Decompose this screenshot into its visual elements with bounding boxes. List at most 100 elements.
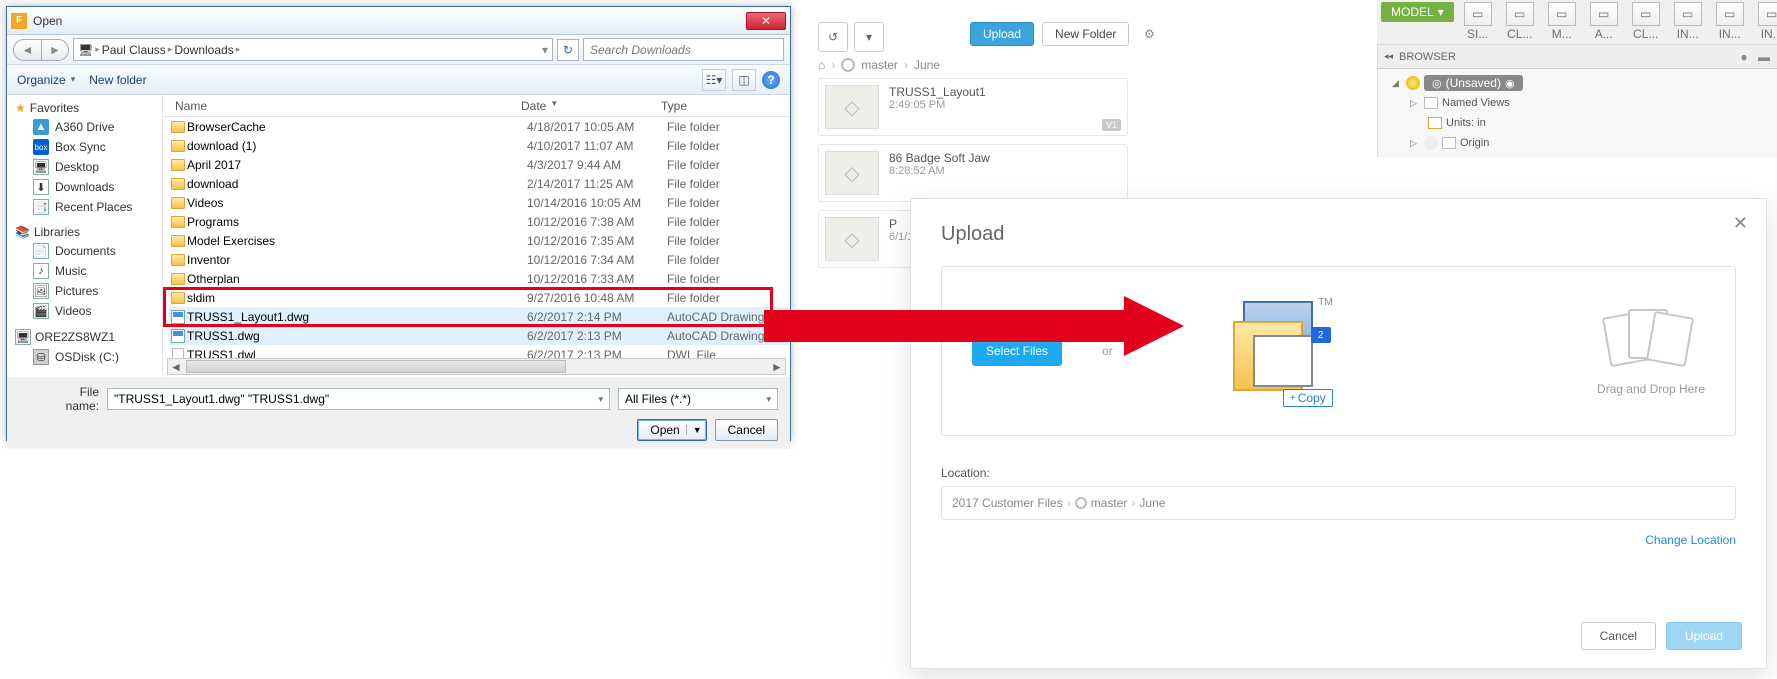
data-panel-item[interactable]: ◇86 Badge Soft Jaw8:28:52 AM: [818, 144, 1128, 202]
tree-units[interactable]: Units: in: [1382, 113, 1773, 133]
file-row[interactable]: sldim9/27/2016 10:48 AMFile folder: [169, 288, 790, 307]
bc-seg-folder[interactable]: Downloads: [174, 43, 233, 57]
side-pictures[interactable]: 🖼Pictures: [7, 281, 162, 301]
search-box[interactable]: [583, 38, 784, 61]
favorites-group[interactable]: ★Favorites: [7, 99, 162, 117]
settings-button[interactable]: ⚙: [1137, 22, 1161, 46]
data-panel-item[interactable]: ◇TRUSS1_Layout12:49:05 PMV1: [818, 78, 1128, 136]
history-button[interactable]: ↺: [818, 22, 848, 52]
libraries-group[interactable]: 📚Libraries: [7, 223, 162, 241]
select-files-button[interactable]: Select Files: [972, 336, 1062, 366]
titlebar[interactable]: F Open ✕: [7, 7, 790, 35]
col-name[interactable]: Name: [169, 99, 515, 113]
back-button[interactable]: ◄: [13, 39, 41, 61]
ribbon-button[interactable]: ▭SI...: [1458, 2, 1498, 41]
view-menu[interactable]: ☷▾: [702, 69, 726, 91]
file-row[interactable]: April 20174/3/2017 9:44 AMFile folder: [169, 155, 790, 174]
collapse-left-icon[interactable]: ◂◂: [1384, 51, 1393, 62]
preview-pane-button[interactable]: ◫: [732, 69, 756, 91]
tree-root[interactable]: ◢ ◎ (Unsaved) ◉: [1382, 73, 1773, 93]
new-folder-button[interactable]: New folder: [89, 73, 146, 87]
horizontal-scrollbar[interactable]: ◄ ►: [167, 358, 786, 375]
file-row[interactable]: Videos10/14/2016 10:05 AMFile folder: [169, 193, 790, 212]
dropdown-icon[interactable]: ▾: [598, 394, 603, 405]
file-date: 10/12/2016 7:34 AM: [527, 253, 667, 267]
filename-input-wrap[interactable]: ▾: [107, 388, 610, 410]
dropdown-button[interactable]: ▾: [854, 22, 884, 52]
ribbon-button[interactable]: ▭IN...: [1668, 2, 1708, 41]
crumb-master[interactable]: master: [861, 58, 898, 72]
search-input[interactable]: [590, 43, 777, 57]
ribbon-button[interactable]: ▭M...: [1542, 2, 1582, 41]
side-recent[interactable]: 📑Recent Places: [7, 197, 162, 217]
home-icon[interactable]: ⌂: [818, 58, 825, 72]
file-row[interactable]: Programs10/12/2016 7:38 AMFile folder: [169, 212, 790, 231]
expand-icon[interactable]: ▷: [1410, 98, 1420, 109]
expand-icon[interactable]: ◢: [1392, 78, 1402, 89]
new-folder-button[interactable]: New Folder: [1042, 22, 1129, 46]
ribbon-button[interactable]: ▭IN...: [1710, 2, 1750, 41]
split-dropdown-icon[interactable]: ▼: [686, 425, 702, 435]
side-item-label: Downloads: [55, 180, 114, 194]
path-seg[interactable]: master: [1091, 496, 1128, 510]
file-row[interactable]: Otherplan10/12/2016 7:33 AMFile folder: [169, 269, 790, 288]
side-documents[interactable]: 📄Documents: [7, 241, 162, 261]
file-row[interactable]: download (1)4/10/2017 11:07 AMFile folde…: [169, 136, 790, 155]
upload-button[interactable]: Upload: [970, 22, 1034, 46]
open-button[interactable]: Open▼: [637, 419, 706, 441]
file-row[interactable]: BrowserCache4/18/2017 10:05 AMFile folde…: [169, 117, 790, 136]
close-button[interactable]: ✕: [746, 12, 786, 30]
file-row[interactable]: TRUSS1_Layout1.dwg6/2/2017 2:14 PMAutoCA…: [169, 307, 790, 326]
scroll-left-icon[interactable]: ◄: [168, 359, 184, 374]
upload-cancel-button[interactable]: Cancel: [1581, 622, 1656, 650]
cancel-button[interactable]: Cancel: [715, 419, 778, 441]
component-pill[interactable]: ◎ (Unsaved) ◉: [1424, 75, 1523, 91]
expand-icon[interactable]: ▷: [1410, 138, 1420, 149]
file-row[interactable]: download2/14/2017 11:25 AMFile folder: [169, 174, 790, 193]
refresh-button[interactable]: ↻: [557, 39, 579, 61]
ribbon-button[interactable]: ▭CL...: [1626, 2, 1666, 41]
workspace-dropdown[interactable]: MODEL ▾: [1381, 2, 1454, 22]
side-osdisk[interactable]: ⛁OSDisk (C:): [7, 347, 162, 367]
file-row[interactable]: Inventor10/12/2016 7:34 AMFile folder: [169, 250, 790, 269]
visibility-icon[interactable]: [1424, 136, 1438, 150]
panel-menu-icon[interactable]: ●: [1737, 50, 1751, 64]
side-videos[interactable]: 🎬Videos: [7, 301, 162, 321]
file-filter-dropdown[interactable]: All Files (*.*) ▾: [618, 388, 778, 410]
organize-menu[interactable]: Organize: [17, 73, 75, 87]
scroll-thumb[interactable]: [186, 360, 566, 373]
bc-seg-user[interactable]: Paul Clauss: [102, 43, 166, 57]
upload-dropzone[interactable]: Select Files or 2 TM + Copy Drag and Dro…: [941, 266, 1736, 436]
path-seg[interactable]: June: [1139, 496, 1165, 510]
col-date[interactable]: Date▼: [515, 99, 655, 113]
ribbon-button[interactable]: ▭IN...: [1752, 2, 1777, 41]
breadcrumb-dropdown[interactable]: ▾: [542, 43, 548, 57]
visibility-icon[interactable]: [1406, 76, 1420, 90]
bc-computer-icon[interactable]: 🖥: [78, 43, 93, 57]
change-location-link[interactable]: Change Location: [1645, 533, 1736, 547]
scroll-right-icon[interactable]: ►: [769, 359, 785, 374]
help-button[interactable]: ?: [762, 71, 780, 89]
side-a360[interactable]: ▲A360 Drive: [7, 117, 162, 137]
side-desktop[interactable]: 🖥Desktop: [7, 157, 162, 177]
breadcrumb[interactable]: 🖥 ▸ Paul Clauss ▸ Downloads ▸ ▾: [73, 38, 553, 61]
computer-group[interactable]: 🖥ORE2ZS8WZ1: [7, 327, 162, 347]
crumb-june[interactable]: June: [914, 58, 940, 72]
side-box[interactable]: boxBox Sync: [7, 137, 162, 157]
file-row[interactable]: TRUSS1.dwg6/2/2017 2:13 PMAutoCAD Drawin…: [169, 326, 790, 345]
side-downloads[interactable]: ⬇Downloads: [7, 177, 162, 197]
close-icon[interactable]: ✕: [1733, 213, 1748, 234]
upload-submit-button[interactable]: Upload: [1666, 622, 1742, 650]
path-seg[interactable]: 2017 Customer Files: [952, 496, 1063, 510]
file-row[interactable]: Model Exercises10/12/2016 7:35 AMFile fo…: [169, 231, 790, 250]
panel-close-icon[interactable]: ▬: [1757, 50, 1771, 64]
col-type[interactable]: Type: [655, 99, 790, 113]
side-music[interactable]: ♪Music: [7, 261, 162, 281]
forward-button[interactable]: ►: [41, 39, 69, 61]
folder-icon: [169, 216, 187, 228]
ribbon-button[interactable]: ▭A...: [1584, 2, 1624, 41]
ribbon-button[interactable]: ▭CL...: [1500, 2, 1540, 41]
tree-origin[interactable]: ▷ Origin: [1382, 133, 1773, 153]
filename-input[interactable]: [114, 392, 598, 406]
tree-named-views[interactable]: ▷ Named Views: [1382, 93, 1773, 113]
